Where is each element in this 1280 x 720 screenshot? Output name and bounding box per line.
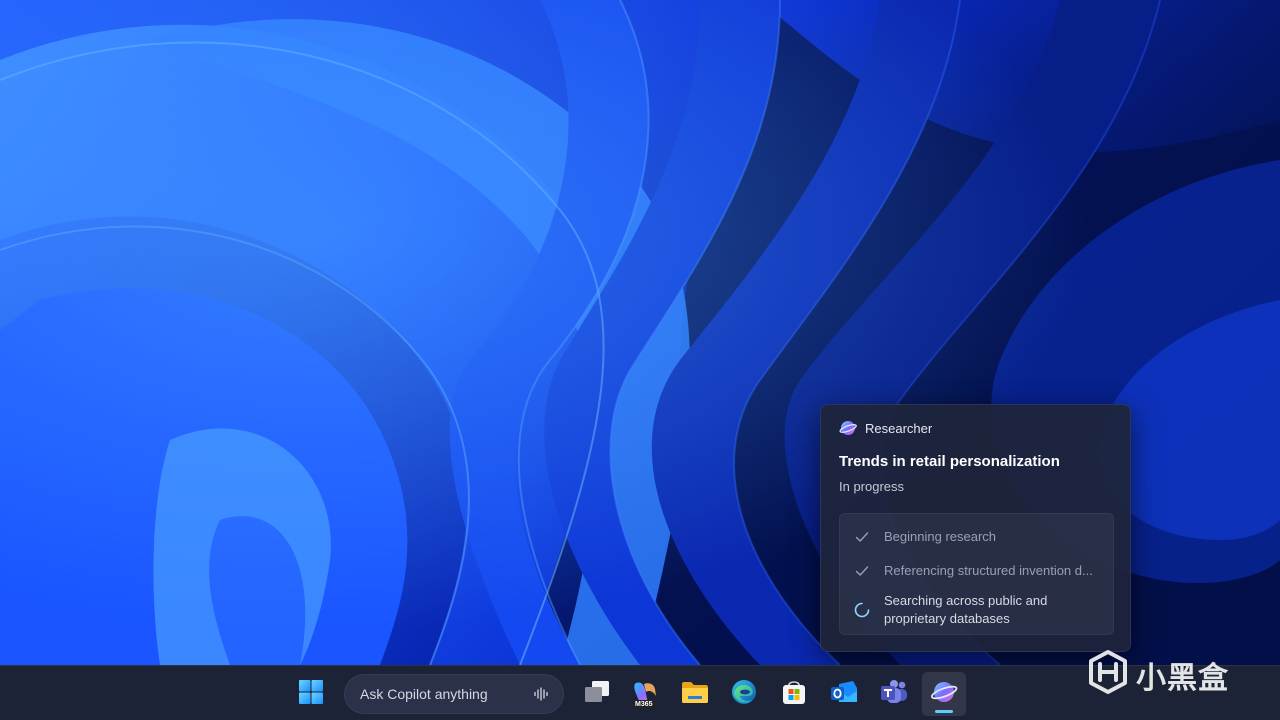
active-app-indicator [935,710,953,713]
researcher-notification-card[interactable]: Researcher Trends in retail personalizat… [820,404,1131,652]
spinner-icon [840,592,884,618]
taskbar-file-explorer-button[interactable] [673,672,717,716]
research-step: Beginning research [840,528,1113,546]
store-icon [780,678,808,711]
m365-badge: M365 [633,700,655,709]
task-view-icon [583,679,611,710]
taskbar-start-button[interactable] [289,672,333,716]
taskbar-task-view-button[interactable] [575,672,619,716]
outlook-icon [829,678,859,711]
taskbar-researcher-button[interactable] [922,672,966,716]
m365-copilot-icon: M365 [630,679,660,709]
check-icon [840,528,884,545]
research-step-label: Referencing structured invention d... [884,563,1093,578]
heybox-watermark: 小黑盒 [1088,650,1229,699]
research-step: Searching across public and proprietary … [840,592,1113,628]
teams-icon [879,678,909,711]
heybox-logo-icon [1088,650,1128,699]
research-step-label: Beginning research [884,529,997,544]
watermark-text: 小黑盒 [1136,661,1229,695]
edge-icon [730,678,758,711]
taskbar-outlook-button[interactable] [822,672,866,716]
researcher-icon [930,678,958,711]
voice-waveform-icon[interactable] [533,686,549,707]
card-app-name: Researcher [865,420,933,436]
researcher-icon [839,419,857,437]
copilot-search-box[interactable]: Ask Copilot anything [344,674,564,714]
card-status: In progress [839,479,905,494]
taskbar-m365-button[interactable]: M365 [623,672,667,716]
research-steps-list: Beginning research Referencing structure… [839,513,1114,635]
search-placeholder: Ask Copilot anything [360,686,488,702]
research-step: Referencing structured invention d... [840,562,1113,580]
folder-icon [680,679,710,710]
taskbar-edge-button[interactable] [722,672,766,716]
card-header: Researcher [839,419,932,437]
taskbar-teams-button[interactable] [872,672,916,716]
research-step-label: Searching across public and proprietary … [884,593,1048,626]
check-icon [840,562,884,579]
windows-start-icon [298,679,324,710]
card-title: Trends in retail personalization [839,453,1060,470]
taskbar-store-button[interactable] [772,672,816,716]
